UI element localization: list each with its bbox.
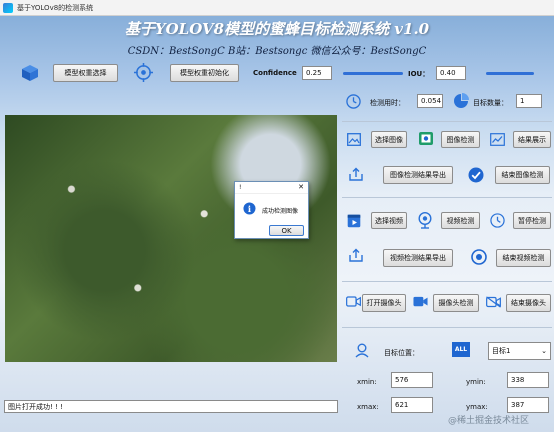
camera-detect-icon [413,296,428,307]
close-camera-button[interactable]: 结束摄像头 [506,294,551,312]
ymin-value: 338 [507,372,549,388]
dialog-ok-button[interactable]: OK [269,225,304,236]
target-select[interactable]: 目标1 ⌄ [488,342,551,360]
detect-video-button[interactable]: 视频检测 [441,212,480,229]
target-icon [134,63,153,82]
divider [342,281,552,282]
ymin-label: ymin: [466,378,486,386]
page-subtitle: CSDN：BestSongC B站：Bestsongc 微信公众号：BestSo… [127,46,427,57]
chevron-down-icon: ⌄ [541,347,547,355]
confidence-slider[interactable] [343,72,403,75]
end-video-detect-button[interactable]: 结束视频检测 [496,249,551,267]
watermark: @稀土掘金技术社区 [448,416,530,426]
open-camera-button[interactable]: 打开摄像头 [362,294,406,312]
camera-off-icon [486,296,501,308]
end-image-detect-button[interactable]: 结束图像检测 [495,166,550,184]
time-label: 检测用时： [370,99,405,107]
stop-circle-icon [471,249,487,265]
close-icon[interactable]: ✕ [298,183,304,191]
select-video-button[interactable]: 选择视频 [371,212,407,229]
export-video-icon [349,248,363,262]
divider [342,197,552,198]
pause-detect-button[interactable]: 暂停检测 [513,212,551,229]
camera-icon [346,296,361,307]
message-dialog: ! ✕ i 成功检测图像 OK [234,181,309,239]
webcam-icon [418,212,432,229]
page-title: 基于YOLOV8模型的蜜蜂目标检测系统 v1.0 [124,20,430,38]
pie-chart-icon [454,93,469,108]
select-image-button[interactable]: 选择图像 [371,131,407,148]
all-icon: ALL [452,342,470,357]
image-detect-icon [419,132,433,145]
status-bar: 图片打开成功! ! ! [4,400,338,413]
svg-text:i: i [248,204,251,214]
info-icon: i [243,202,256,215]
video-file-icon [347,214,361,228]
cube-icon [22,65,38,81]
count-label: 目标数量： [473,99,508,107]
app-icon [3,2,13,13]
target-label: 目标位置： [384,349,419,357]
ymax-value: 387 [507,397,549,413]
camera-detect-button[interactable]: 摄像头检测 [433,294,479,312]
init-weights-button[interactable]: 模型权重初始化 [170,64,239,82]
xmax-value: 621 [391,397,433,413]
location-icon [355,343,369,358]
iou-slider[interactable] [486,72,534,75]
xmin-label: xmin: [357,378,377,386]
dialog-title: ! [235,182,308,194]
pause-icon [490,213,505,228]
ymax-label: ymax: [466,403,488,411]
iou-spinbox[interactable]: 0.40 [436,66,466,80]
count-value: 1 [516,94,542,108]
check-circle-icon [468,167,484,183]
divider [342,327,552,328]
image-icon [347,133,361,146]
xmin-value: 576 [391,372,433,388]
clock-icon [346,94,361,109]
export-image-result-button[interactable]: 图像检测结果导出 [383,166,453,184]
detect-image-button[interactable]: 图像检测 [441,131,480,148]
window-title: 基于YOLOv8的检测系统 [17,3,94,12]
time-value: 0.054 [417,94,443,108]
confidence-label: Confidence [253,69,297,77]
export-icon [349,167,363,181]
xmax-label: xmax: [357,403,379,411]
window-titlebar: 基于YOLOv8的检测系统 [0,0,554,16]
select-weights-button[interactable]: 模型权重选择 [53,64,118,82]
confidence-spinbox[interactable]: 0.25 [302,66,332,80]
dialog-message: 成功检测图像 [262,208,299,215]
iou-label: IOU： [408,70,430,78]
target-select-value: 目标1 [492,347,511,355]
divider [342,121,552,122]
show-result-button[interactable]: 结果展示 [513,131,551,148]
export-video-result-button[interactable]: 视频检测结果导出 [383,249,453,267]
chart-icon [490,133,505,146]
